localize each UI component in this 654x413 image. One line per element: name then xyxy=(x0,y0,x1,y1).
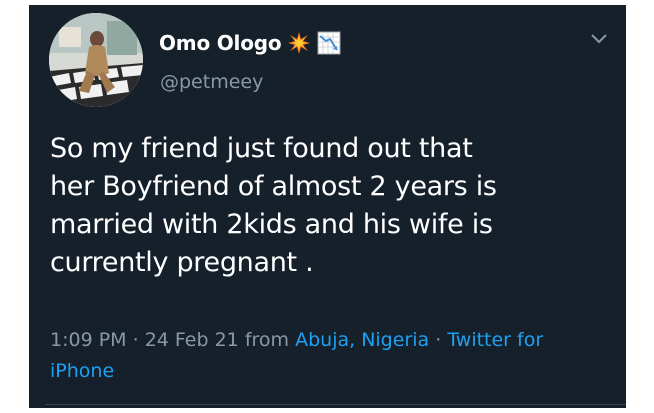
tweet-time[interactable]: 1:09 PM xyxy=(50,329,127,351)
location-link[interactable]: Abuja, Nigeria xyxy=(295,329,429,351)
chart-decreasing-icon xyxy=(317,31,341,55)
divider xyxy=(45,404,626,405)
tweet-card: Omo Ologo @petmeey So my friend just fou… xyxy=(29,5,626,408)
from-label: from xyxy=(244,329,290,351)
display-name[interactable]: Omo Ologo xyxy=(159,31,282,55)
user-handle[interactable]: @petmeey xyxy=(160,71,263,93)
meta-separator: · xyxy=(132,329,139,351)
tweet-meta: 1:09 PM · 24 Feb 21 from Abuja, Nigeria … xyxy=(50,325,610,387)
collision-emoji-icon xyxy=(287,31,311,55)
tweet-date[interactable]: 24 Feb 21 xyxy=(145,329,239,351)
display-name-row[interactable]: Omo Ologo xyxy=(159,31,341,55)
tweet-text: So my friend just found out that her Boy… xyxy=(50,133,497,278)
chevron-down-icon[interactable] xyxy=(589,32,609,46)
meta-separator: · xyxy=(435,329,442,351)
avatar[interactable] xyxy=(49,13,143,107)
